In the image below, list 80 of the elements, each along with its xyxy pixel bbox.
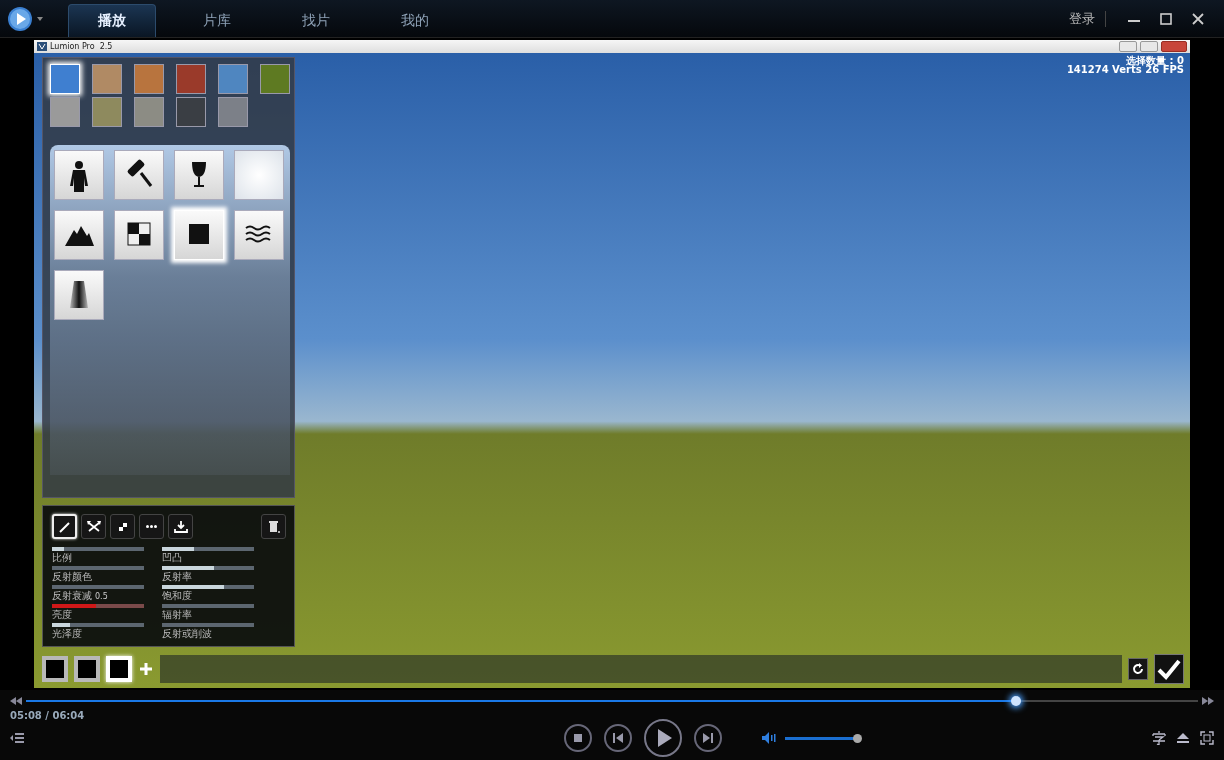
material-type-button[interactable] <box>54 270 104 320</box>
slider-label: 反射率 <box>162 570 192 583</box>
slider-track[interactable] <box>52 585 144 589</box>
texture-swatch[interactable] <box>92 97 122 127</box>
trash-icon <box>266 519 281 534</box>
material-type-button[interactable] <box>234 210 284 260</box>
tool-button[interactable] <box>139 514 164 539</box>
subtitle-icon[interactable] <box>1152 731 1166 745</box>
material-type-button[interactable] <box>174 150 224 200</box>
slider-label: 光泽度 <box>52 627 82 640</box>
fullscreen-icon[interactable] <box>1200 731 1214 745</box>
texture-swatch[interactable] <box>176 97 206 127</box>
previous-icon[interactable] <box>604 724 632 752</box>
tab[interactable]: 我的 <box>365 4 464 37</box>
slider-label: 辐射率 <box>162 608 192 621</box>
slider-track[interactable] <box>162 566 254 570</box>
window-title: Lumion Pro 2.5 <box>50 42 113 51</box>
download-tray-icon <box>172 518 189 535</box>
slider-track[interactable] <box>52 604 144 608</box>
refresh-button[interactable] <box>1128 658 1148 680</box>
texture-swatch[interactable] <box>134 97 164 127</box>
close-icon[interactable] <box>1191 11 1205 26</box>
playlist-icon[interactable] <box>10 732 24 744</box>
slider-track[interactable] <box>162 604 254 608</box>
rewind-icon[interactable] <box>10 697 22 705</box>
stats-text: 141274 Verts 26 FPS <box>1066 65 1184 74</box>
material-type-button[interactable] <box>114 210 164 260</box>
next-icon[interactable] <box>694 724 722 752</box>
texture-swatch[interactable] <box>134 64 164 94</box>
eject-icon[interactable] <box>1176 731 1190 745</box>
volume-icon[interactable] <box>762 732 776 744</box>
slider-label: 亮度 <box>52 608 72 621</box>
slider-label: 比例 <box>52 551 72 564</box>
texture-swatch[interactable] <box>176 64 206 94</box>
texture-swatch[interactable] <box>218 64 248 94</box>
material-slot-button[interactable] <box>42 656 68 682</box>
slider-track[interactable] <box>52 547 144 551</box>
slider-label: 饱和度 <box>162 589 192 602</box>
texture-swatch[interactable] <box>92 64 122 94</box>
plus-icon[interactable] <box>138 661 154 677</box>
slider-label: 凹凸 <box>162 551 182 564</box>
app-logo-icon <box>37 42 47 51</box>
slider-label: 反射衰减 <box>52 589 92 602</box>
play-logo-icon[interactable] <box>8 5 44 32</box>
slider-track[interactable] <box>162 623 254 627</box>
tool-button[interactable] <box>81 514 106 539</box>
texture-swatch[interactable] <box>50 97 80 127</box>
tab[interactable]: 片库 <box>167 4 266 37</box>
slider-track[interactable] <box>162 547 254 551</box>
slider-label: 反射或削波 <box>162 627 212 640</box>
tool-button[interactable] <box>168 514 193 539</box>
tab[interactable]: 播放 <box>68 4 156 37</box>
volume-handle[interactable] <box>853 733 862 743</box>
confirm-button[interactable] <box>1154 654 1184 684</box>
crossed-arrows-icon <box>85 518 102 535</box>
play-icon[interactable] <box>644 719 682 757</box>
refresh-icon <box>1131 662 1145 676</box>
tab[interactable]: 找片 <box>266 4 365 37</box>
material-type-button[interactable] <box>54 150 104 200</box>
stop-icon[interactable] <box>564 724 592 752</box>
slider-track[interactable] <box>162 585 254 589</box>
slider-value: 0.5 <box>95 592 108 601</box>
trash-button[interactable] <box>261 514 286 539</box>
material-type-button[interactable] <box>114 150 164 200</box>
login-link[interactable]: 登录 <box>1069 9 1095 28</box>
material-slot-button[interactable] <box>74 656 100 682</box>
slider-label: 反射颜色 <box>52 570 92 583</box>
slider-track[interactable] <box>52 623 144 627</box>
maximize-icon[interactable] <box>1159 11 1173 26</box>
slider-track[interactable] <box>52 566 144 570</box>
texture-swatch[interactable] <box>260 64 290 94</box>
texture-swatch[interactable] <box>218 97 248 127</box>
tool-button[interactable] <box>110 514 135 539</box>
dots-icon <box>146 525 157 528</box>
stats-text: 选择数量 : 0 <box>1126 56 1184 65</box>
playback-time: 05:08 / 06:04 <box>10 710 86 721</box>
fast-forward-icon[interactable] <box>1202 697 1214 705</box>
material-type-button[interactable] <box>54 210 104 260</box>
progress-handle[interactable] <box>1011 696 1022 706</box>
checkmark-icon <box>1157 658 1181 680</box>
